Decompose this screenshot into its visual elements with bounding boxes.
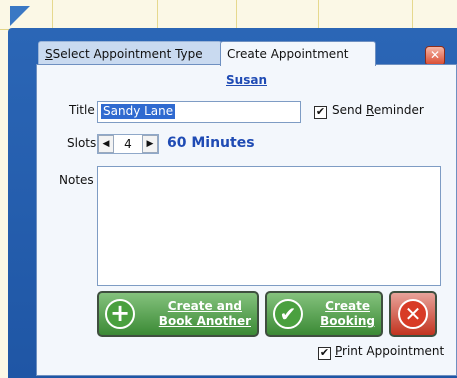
- tab-create-label: Create Appointment: [227, 47, 349, 61]
- tab-select-label: Select Appointment Type: [52, 47, 203, 61]
- slots-increment-button[interactable]: ▶: [142, 135, 158, 153]
- slots-value[interactable]: 4: [116, 135, 140, 153]
- send-reminder-text: eminder: [373, 103, 424, 117]
- tab-strip: SSelect Appointment Type Create Appointm…: [38, 38, 457, 66]
- title-input-value: Sandy Lane: [101, 104, 176, 119]
- calendar-gridline: [318, 0, 319, 30]
- check-icon: ✔: [273, 299, 303, 329]
- create-appointment-popup: SSelect Appointment Type Create Appointm…: [8, 28, 457, 378]
- create-booking-button[interactable]: ✔ Create Booking: [265, 291, 383, 337]
- send-reminder-checkbox[interactable]: ✔: [314, 106, 327, 119]
- title-input[interactable]: Sandy Lane: [97, 101, 301, 123]
- tab-content: Susan Title Sandy Lane ✔ Send Reminder S…: [36, 64, 457, 376]
- print-appointment-checkbox[interactable]: ✔: [318, 347, 331, 360]
- cancel-button[interactable]: ✕: [389, 291, 437, 337]
- tab-select-appointment-type[interactable]: SSelect Appointment Type: [38, 41, 222, 66]
- create-and-book-another-button[interactable]: + Create and Book Another: [97, 291, 259, 337]
- create-and-book-another-label: Create and Book Another: [159, 299, 251, 329]
- calendar-gridline: [157, 0, 158, 30]
- calendar-gridline: [236, 0, 237, 30]
- slot-duration: 60 Minutes: [167, 135, 255, 151]
- print-appointment-label[interactable]: Print Appointment: [335, 344, 444, 358]
- right-arrow-icon: ▶: [146, 139, 154, 149]
- plus-icon: +: [105, 299, 135, 329]
- send-reminder-text: Send: [332, 103, 367, 117]
- title-label: Title: [69, 103, 95, 117]
- notes-textarea[interactable]: [97, 166, 441, 286]
- customer-name-link[interactable]: Susan: [37, 73, 456, 87]
- button-label-line: Create and: [167, 299, 243, 313]
- button-label-line: Create: [325, 299, 370, 313]
- send-reminder-text: R: [366, 103, 374, 117]
- send-reminder-label[interactable]: Send Reminder: [332, 103, 424, 117]
- notes-label: Notes: [59, 173, 94, 187]
- button-label-line: Booking: [320, 314, 375, 328]
- slots-decrement-button[interactable]: ◀: [98, 135, 114, 153]
- close-icon: ✕: [429, 48, 441, 62]
- close-button[interactable]: ✕: [425, 46, 445, 66]
- calendar-gridline: [412, 0, 413, 30]
- print-appointment-text: rint Appointment: [342, 344, 445, 358]
- x-icon: ✕: [398, 299, 428, 329]
- slots-label: Slots: [67, 136, 97, 150]
- button-label-line: Book Another: [158, 314, 251, 328]
- create-booking-label: Create Booking: [320, 299, 375, 329]
- print-appointment-text: P: [335, 344, 343, 358]
- tab-create-appointment[interactable]: Create Appointment: [220, 41, 376, 66]
- left-arrow-icon: ◀: [102, 139, 110, 149]
- calendar-gridline: [52, 0, 53, 30]
- slots-stepper: ◀ 4 ▶: [97, 134, 159, 154]
- popup-pointer: [10, 6, 30, 26]
